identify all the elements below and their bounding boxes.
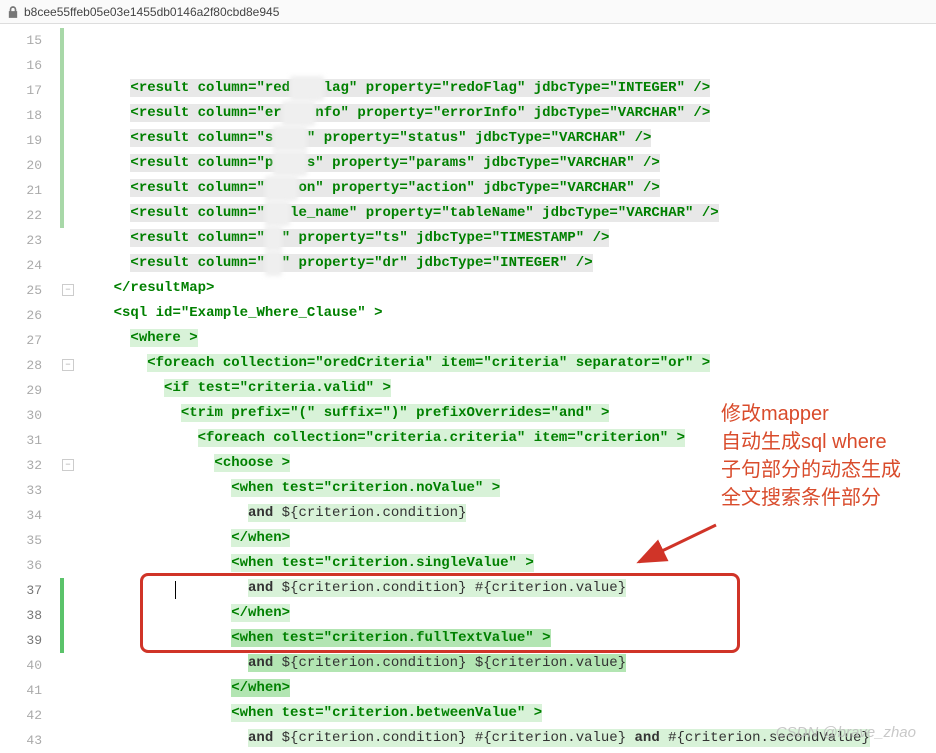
line-number: 42 xyxy=(0,703,60,728)
code-line[interactable]: </when> xyxy=(80,526,936,551)
code-line[interactable]: <result column="xx" property="dr" jdbcTy… xyxy=(80,251,936,276)
line-number: 21 xyxy=(0,178,60,203)
code-line[interactable]: </when> xyxy=(80,601,936,626)
line-number: 43 xyxy=(0,728,60,753)
line-number: 34 xyxy=(0,503,60,528)
line-number: 35 xyxy=(0,528,60,553)
code-line[interactable]: <choose > xyxy=(80,451,936,476)
code-line[interactable]: </when> xyxy=(80,676,936,701)
code-line[interactable]: and ${criterion.condition} ${criterion.v… xyxy=(80,651,936,676)
line-number: 18 xyxy=(0,103,60,128)
fold-marker[interactable]: − xyxy=(62,459,74,471)
code-line[interactable]: <result column="erxxxxnfo" property="err… xyxy=(80,101,936,126)
code-line[interactable]: <when test="criterion.betweenValue" > xyxy=(80,701,936,726)
watermark: CSDN @brave_zhao xyxy=(776,724,916,741)
line-number: 15 xyxy=(0,28,60,53)
line-number: 32 xyxy=(0,453,60,478)
line-number: 37 xyxy=(0,578,60,603)
line-number: 41 xyxy=(0,678,60,703)
code-line[interactable]: and ${criterion.condition} xyxy=(80,501,936,526)
code-line[interactable]: and ${criterion.condition} #{criterion.v… xyxy=(80,576,936,601)
line-number: 39 xyxy=(0,628,60,653)
line-number: 16 xyxy=(0,53,60,78)
line-number: 19 xyxy=(0,128,60,153)
code-line[interactable]: <where > xyxy=(80,326,936,351)
line-number: 38 xyxy=(0,603,60,628)
title-bar: b8cee55ffeb05e03e1455db0146a2f80cbd8e945 xyxy=(0,0,936,24)
lock-icon xyxy=(8,6,18,18)
code-line[interactable]: <foreach collection="oredCriteria" item=… xyxy=(80,351,936,376)
fold-marker[interactable]: − xyxy=(62,284,74,296)
file-hash: b8cee55ffeb05e03e1455db0146a2f80cbd8e945 xyxy=(24,5,279,19)
line-number: 22 xyxy=(0,203,60,228)
line-number: 31 xyxy=(0,428,60,453)
line-number: 25 xyxy=(0,278,60,303)
line-number: 36 xyxy=(0,553,60,578)
code-line[interactable]: <sql id="Example_Where_Clause" > xyxy=(80,301,936,326)
line-number: 29 xyxy=(0,378,60,403)
line-number: 40 xyxy=(0,653,60,678)
line-number: 26 xyxy=(0,303,60,328)
code-editor[interactable]: 1516171819202122232425262728293031323334… xyxy=(0,24,936,749)
line-number: 27 xyxy=(0,328,60,353)
line-number: 23 xyxy=(0,228,60,253)
line-number: 24 xyxy=(0,253,60,278)
code-line[interactable]: <result column="pxxxxs" property="params… xyxy=(80,151,936,176)
code-line[interactable]: <result column="sxxxx" property="status"… xyxy=(80,126,936,151)
line-number: 20 xyxy=(0,153,60,178)
change-margin: − − − xyxy=(60,24,80,749)
fold-marker[interactable]: − xyxy=(62,359,74,371)
code-line[interactable]: <if test="criteria.valid" > xyxy=(80,376,936,401)
line-gutter: 1516171819202122232425262728293031323334… xyxy=(0,24,60,749)
code-line[interactable]: <result column="redxxxxlag" property="re… xyxy=(80,76,936,101)
code-line[interactable]: <when test="criterion.singleValue" > xyxy=(80,551,936,576)
code-area[interactable]: <result column="redxxxxlag" property="re… xyxy=(80,24,936,749)
code-line[interactable]: <when test="criterion.fullTextValue" > xyxy=(80,626,936,651)
line-number: 28 xyxy=(0,353,60,378)
code-line[interactable]: <result column="xxxle_name" property="ta… xyxy=(80,201,936,226)
line-number: 17 xyxy=(0,78,60,103)
code-line[interactable]: <result column="xxxxon" property="action… xyxy=(80,176,936,201)
code-line[interactable]: <trim prefix="(" suffix=")" prefixOverri… xyxy=(80,401,936,426)
code-line[interactable]: <foreach collection="criteria.criteria" … xyxy=(80,426,936,451)
line-number: 33 xyxy=(0,478,60,503)
line-number: 30 xyxy=(0,403,60,428)
code-line[interactable]: <result column="xx" property="ts" jdbcTy… xyxy=(80,226,936,251)
code-line[interactable]: <when test="criterion.noValue" > xyxy=(80,476,936,501)
code-line[interactable]: </resultMap> xyxy=(80,276,936,301)
